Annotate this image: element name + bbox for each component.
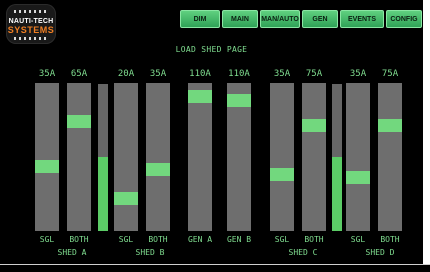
channel-label-shed-c-both: BOTH <box>304 235 324 244</box>
slider-handle[interactable] <box>146 163 170 176</box>
group-label-shed-b: SHED B <box>135 248 165 257</box>
channel-label-gen-a: GEN A <box>187 235 213 244</box>
slider-handle[interactable] <box>378 119 402 132</box>
load-gauge-fill <box>332 157 342 231</box>
group-label-shed-d: SHED D <box>365 248 395 257</box>
amp-label-gen-b: 110A <box>228 69 250 79</box>
slider-shed-b-sgl[interactable] <box>114 83 138 231</box>
load-gauge-shed-a <box>98 84 108 231</box>
logo-dot-row-top <box>14 10 48 13</box>
dim-button[interactable]: DIM <box>180 10 220 28</box>
slider-handle[interactable] <box>270 168 294 181</box>
amp-label-shed-a-both: 65A <box>70 69 88 79</box>
slider-handle[interactable] <box>346 171 370 184</box>
slider-handle[interactable] <box>188 90 212 103</box>
slider-handle[interactable] <box>67 115 91 128</box>
slider-handle[interactable] <box>302 119 326 132</box>
slider-shed-d-both[interactable] <box>378 83 402 231</box>
channel-label-shed-d-sgl: SGL <box>350 235 366 244</box>
man-auto-button[interactable]: MAN/AUTO <box>260 10 300 28</box>
logo-dot-row-bottom <box>14 37 48 40</box>
amp-label-shed-c-both: 75A <box>305 69 323 79</box>
channel-label-shed-c-sgl: SGL <box>274 235 290 244</box>
channel-label-shed-d-both: BOTH <box>380 235 400 244</box>
slider-handle[interactable] <box>35 160 59 173</box>
amp-label-shed-b-sgl: 20A <box>117 69 135 79</box>
nauti-tech-logo: NAUTI-TECH SYSTEMS <box>6 4 56 44</box>
slider-handle[interactable] <box>227 94 251 107</box>
config-button[interactable]: CONFIG <box>386 10 422 28</box>
main-button[interactable]: MAIN <box>222 10 258 28</box>
slider-gen-b[interactable] <box>227 83 251 231</box>
load-shed-screen: NAUTI-TECH SYSTEMS DIM MAIN MAN/AUTO GEN… <box>0 0 423 264</box>
amp-label-shed-a-sgl: 35A <box>38 69 56 79</box>
amp-label-shed-c-sgl: 35A <box>273 69 291 79</box>
logo-text-line2: SYSTEMS <box>7 25 55 35</box>
bottom-bar <box>0 264 430 272</box>
slider-shed-a-both[interactable] <box>67 83 91 231</box>
amp-label-gen-a: 110A <box>189 69 211 79</box>
slider-shed-d-sgl[interactable] <box>346 83 370 231</box>
page-title: LOAD SHED PAGE <box>175 45 248 54</box>
logo-text-line1: NAUTI-TECH <box>8 18 54 25</box>
slider-gen-a[interactable] <box>188 83 212 231</box>
channel-label-shed-a-both: BOTH <box>69 235 89 244</box>
amp-label-shed-d-both: 75A <box>381 69 399 79</box>
slider-shed-b-both[interactable] <box>146 83 170 231</box>
group-label-shed-c: SHED C <box>288 248 318 257</box>
slider-handle[interactable] <box>114 192 138 205</box>
gen-button[interactable]: GEN <box>302 10 338 28</box>
slider-shed-c-sgl[interactable] <box>270 83 294 231</box>
channel-label-gen-b: GEN B <box>226 235 252 244</box>
channel-label-shed-a-sgl: SGL <box>39 235 55 244</box>
amp-label-shed-b-both: 35A <box>149 69 167 79</box>
channel-label-shed-b-both: BOTH <box>148 235 168 244</box>
slider-shed-c-both[interactable] <box>302 83 326 231</box>
slider-shed-a-sgl[interactable] <box>35 83 59 231</box>
amp-label-shed-d-sgl: 35A <box>349 69 367 79</box>
load-gauge-shed-c <box>332 84 342 231</box>
channel-label-shed-b-sgl: SGL <box>118 235 134 244</box>
group-label-shed-a: SHED A <box>57 248 87 257</box>
events-button[interactable]: EVENTS <box>340 10 384 28</box>
load-gauge-fill <box>98 157 108 231</box>
